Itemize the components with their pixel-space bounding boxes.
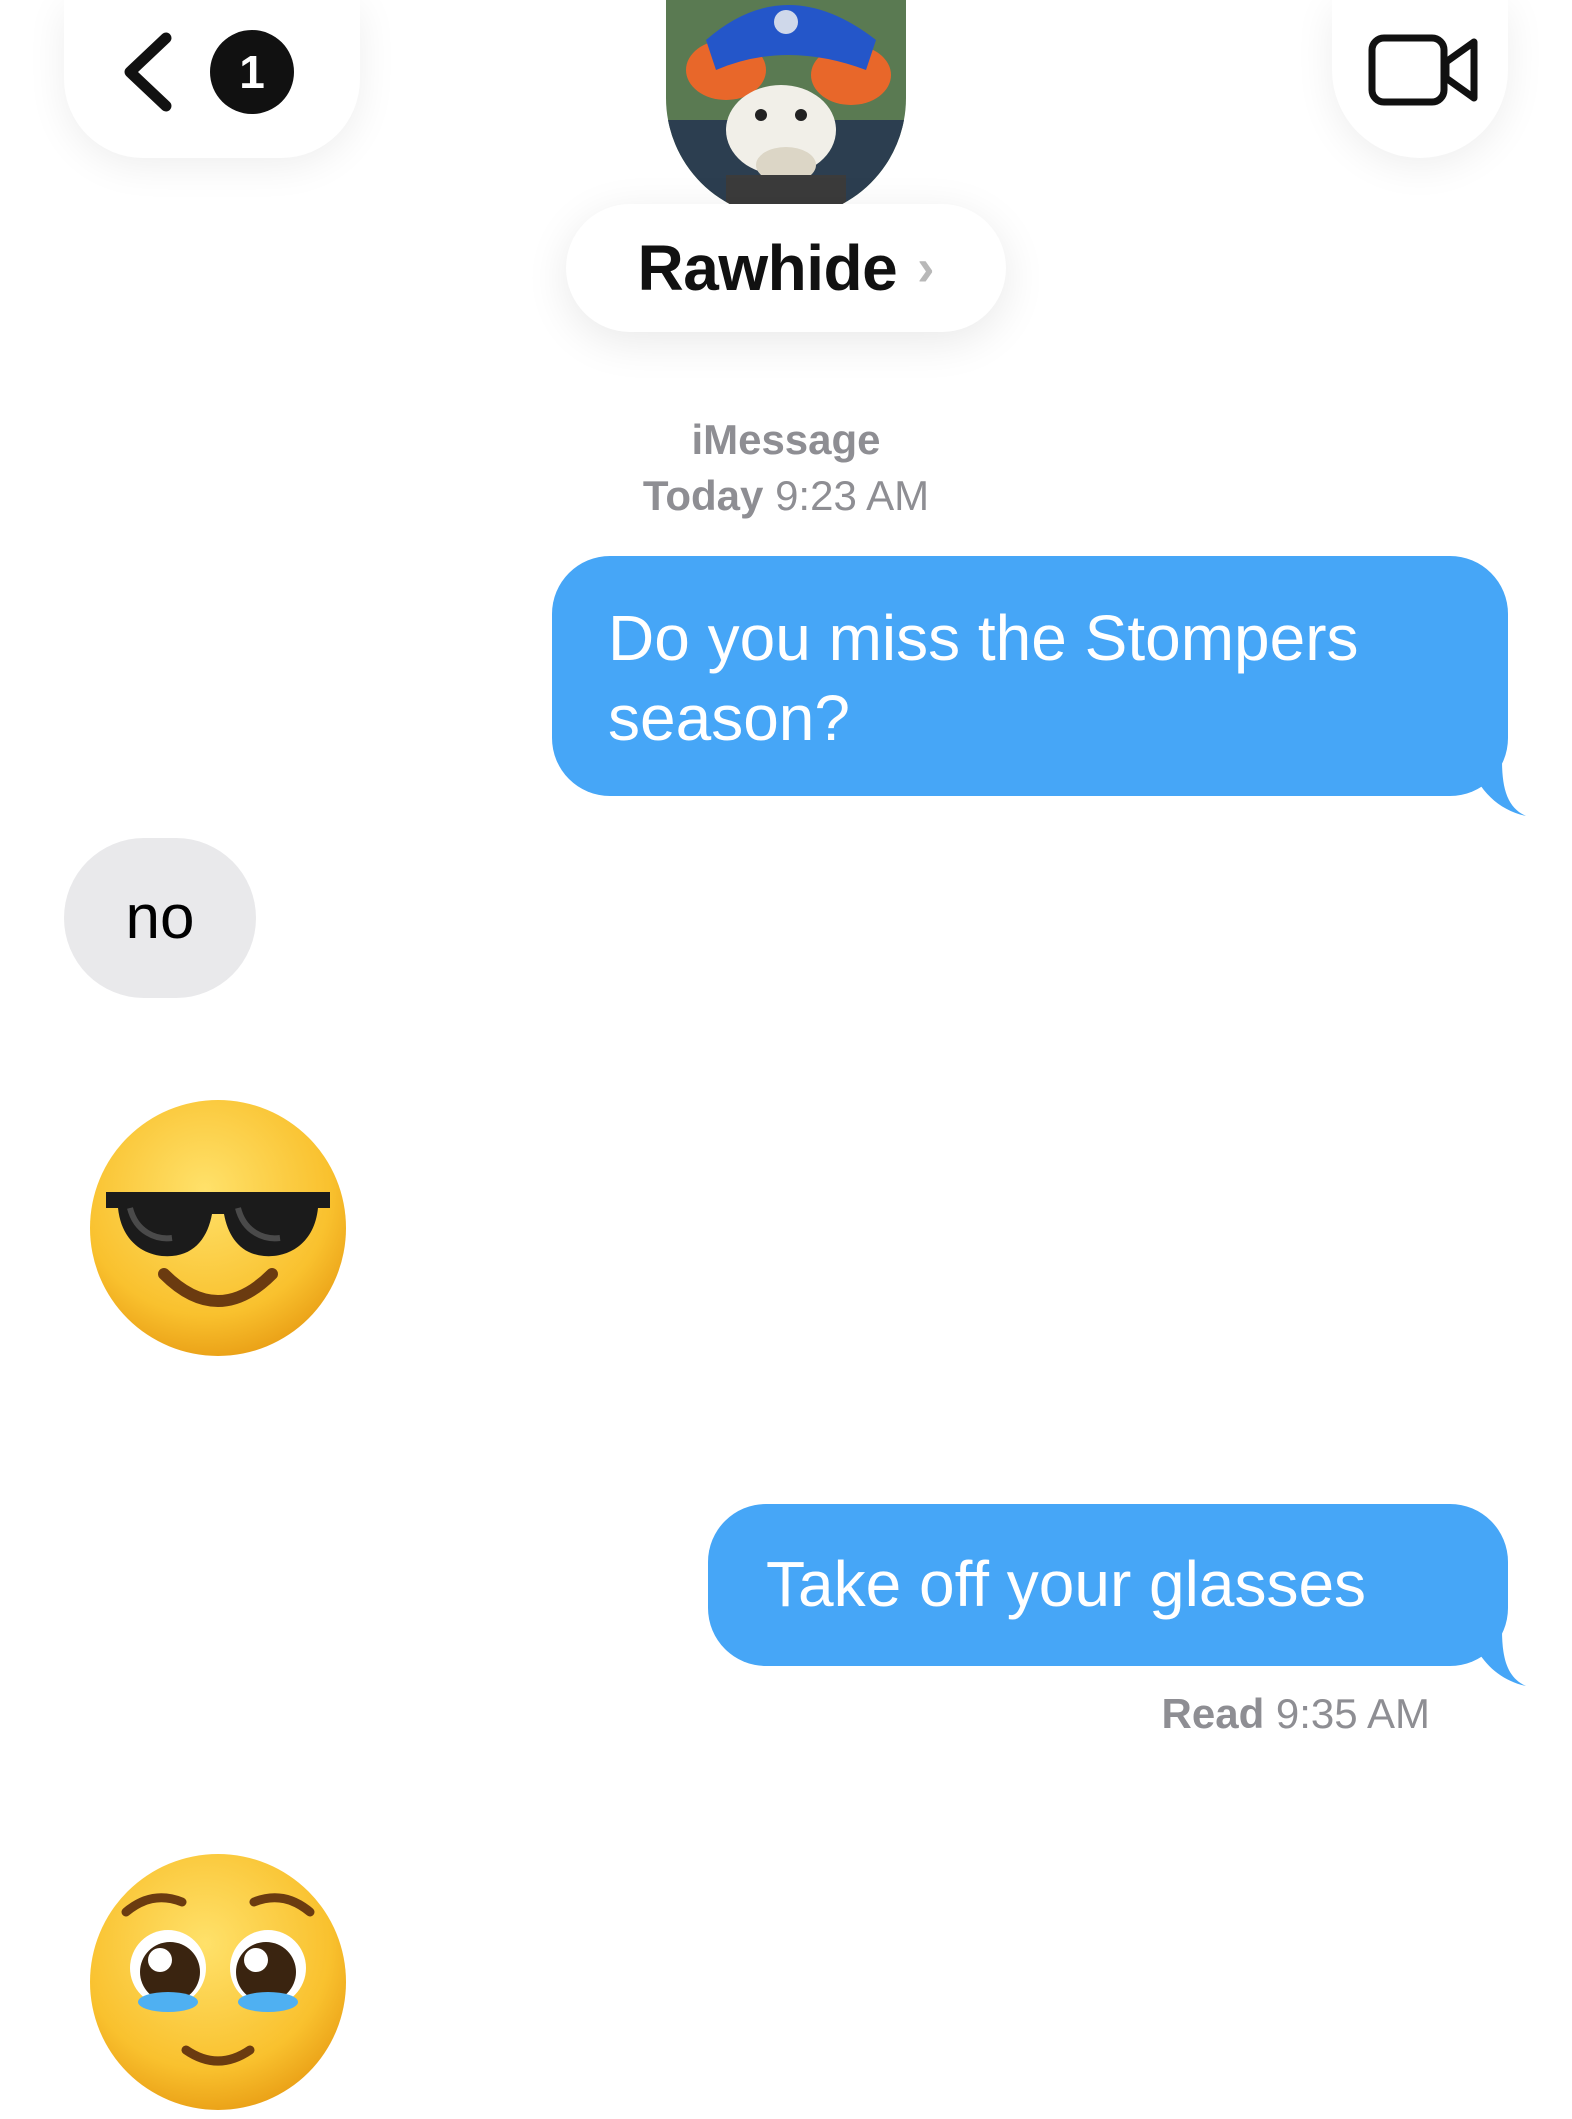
back-button[interactable]: 1 (64, 0, 360, 158)
conversation-timestamp: Today 9:23 AM (0, 472, 1572, 520)
outgoing-message-bubble[interactable]: Do you miss the Stompers season? (552, 556, 1526, 816)
read-receipt: Read 9:35 AM (1000, 1690, 1430, 1738)
contact-name-button[interactable]: Rawhide › (566, 204, 1006, 332)
mascot-avatar (666, 0, 906, 218)
video-camera-icon (1368, 34, 1478, 106)
timestamp-time: 9:23 AM (775, 472, 930, 519)
unread-count-badge: 1 (210, 30, 294, 114)
bubble-tail (1468, 760, 1526, 816)
read-label: Read (1161, 1690, 1265, 1737)
incoming-message-bubble[interactable]: no (64, 838, 256, 998)
incoming-emoji-message[interactable] (86, 1850, 350, 2114)
read-time: 9:35 AM (1275, 1690, 1430, 1737)
pleading-face-icon (90, 1854, 346, 2110)
smiling-face-with-sunglasses-icon (90, 1100, 346, 1356)
chevron-left-icon (124, 32, 172, 112)
outgoing-message-bubble[interactable]: Take off your glasses (708, 1504, 1526, 1686)
video-call-button[interactable] (1332, 0, 1508, 158)
timestamp-day: Today (642, 472, 764, 519)
chevron-right-icon: › (917, 239, 935, 297)
contact-avatar[interactable] (666, 0, 906, 218)
bubble-tail (1468, 1630, 1526, 1686)
contact-name: Rawhide (637, 232, 898, 304)
message-text: Do you miss the Stompers season? (608, 602, 1359, 754)
service-label: iMessage (691, 416, 881, 463)
incoming-emoji-message[interactable] (86, 1096, 350, 1360)
message-text: Take off your glasses (766, 1548, 1367, 1620)
message-text: no (125, 883, 195, 952)
